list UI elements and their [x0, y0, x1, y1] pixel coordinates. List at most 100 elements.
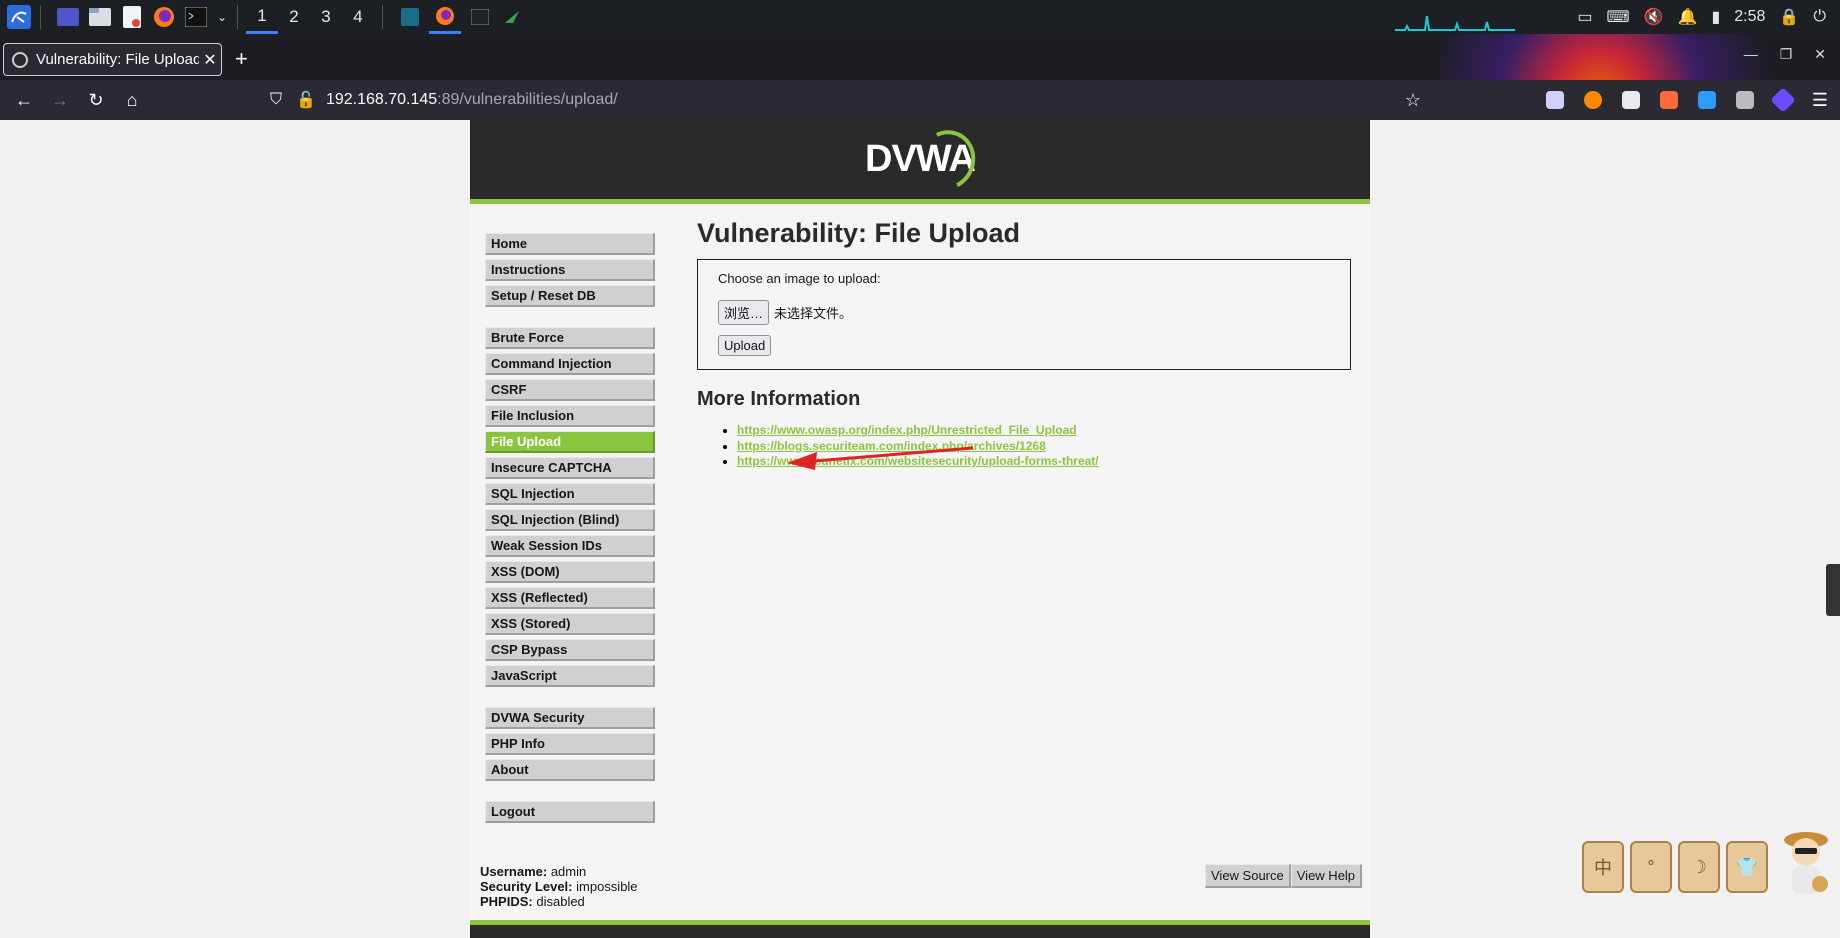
widget-card[interactable]: ☽ [1678, 841, 1720, 893]
back-icon[interactable]: ← [6, 82, 42, 118]
terminal-window-icon[interactable] [467, 4, 493, 30]
pocket-extension-icon[interactable] [1545, 91, 1564, 109]
workspace-4[interactable]: 4 [342, 0, 374, 34]
dvwa-container: DVWA Home Instructions Setup / Reset DB … [470, 120, 1370, 938]
clock[interactable]: 2:58 [1734, 8, 1765, 26]
menu-item-xss-stored[interactable]: XSS (Stored) [485, 613, 655, 635]
workspace-3[interactable]: 3 [310, 0, 342, 34]
widget-card[interactable]: 👕 [1726, 841, 1768, 893]
chevron-down-icon[interactable]: ⌄ [215, 4, 229, 30]
url-host: 192.168.70.145 [325, 91, 438, 108]
view-help-button[interactable]: View Help [1290, 864, 1363, 888]
menu-item-about[interactable]: About [485, 759, 655, 781]
wappalyzer-extension-icon[interactable] [1697, 91, 1716, 109]
forward-icon[interactable]: → [42, 82, 78, 118]
bookmark-star-icon[interactable]: ☆ [1395, 82, 1431, 118]
username-value: admin [550, 864, 587, 879]
browse-button[interactable]: 浏览… [718, 300, 770, 325]
menu-item-weak-session-ids[interactable]: Weak Session IDs [485, 535, 655, 557]
desktop-icon[interactable] [55, 4, 81, 30]
side-menu: Home Instructions Setup / Reset DB Brute… [485, 233, 655, 827]
keyboard-icon[interactable]: ⌨ [1607, 7, 1630, 27]
home-icon[interactable]: ⌂ [114, 82, 150, 118]
foxyproxy-extension-icon[interactable] [1583, 91, 1602, 109]
more-info-heading: More Information [697, 388, 861, 410]
menu-item-insecure-captcha[interactable]: Insecure CAPTCHA [485, 457, 655, 479]
display-icon[interactable]: ▭ [1577, 7, 1592, 27]
upload-prompt: Choose an image to upload: [718, 271, 881, 286]
extension-icon[interactable] [1621, 91, 1640, 109]
app-window-icon[interactable] [397, 4, 423, 30]
puzzle-extension-icon[interactable] [1735, 91, 1754, 109]
security-level-label: Security Level: [480, 879, 573, 894]
padlock-icon[interactable]: 🔓 [296, 90, 316, 110]
menu-item-javascript[interactable]: JavaScript [485, 665, 655, 687]
desktop-widgets: 中 ° ☽ 👕 [1582, 841, 1768, 893]
file-manager-icon[interactable] [87, 4, 113, 30]
menu-item-csrf[interactable]: CSRF [485, 379, 655, 401]
reload-icon[interactable]: ↻ [78, 82, 114, 118]
dvwa-logo[interactable]: DVWA [865, 122, 984, 198]
menu-item-sql-injection[interactable]: SQL Injection [485, 483, 655, 505]
kali-menu-icon[interactable] [6, 4, 32, 30]
widget-card[interactable]: 中 [1582, 841, 1624, 893]
restore-icon[interactable]: ❐ [1780, 46, 1793, 63]
firefox-window-icon[interactable] [429, 0, 461, 34]
menu-item-logout[interactable]: Logout [485, 801, 655, 823]
menu-item-csp-bypass[interactable]: CSP Bypass [485, 639, 655, 661]
dvwa-footer-bar [470, 920, 1370, 938]
new-tab-button[interactable]: + [235, 46, 248, 72]
dvwa-header: DVWA [470, 120, 1370, 204]
menu-item-brute-force[interactable]: Brute Force [485, 327, 655, 349]
footer-buttons: View Source View Help [1205, 864, 1363, 888]
network-graph-icon [1395, 15, 1515, 31]
text-editor-icon[interactable] [119, 4, 145, 30]
link-owasp[interactable]: https://www.owasp.org/index.php/Unrestri… [737, 423, 1077, 437]
bell-icon[interactable]: 🔔 [1678, 7, 1698, 27]
power-icon[interactable]: ⏻ [1813, 8, 1826, 26]
mascot-icon[interactable] [1776, 826, 1836, 898]
menu-item-home[interactable]: Home [485, 233, 655, 255]
menu-item-file-upload[interactable]: File Upload [485, 431, 655, 453]
tab-close-icon[interactable]: ✕ [199, 50, 221, 70]
terminal-icon[interactable] [183, 4, 209, 30]
menu-item-instructions[interactable]: Instructions [485, 259, 655, 281]
menu-item-sql-injection-blind[interactable]: SQL Injection (Blind) [485, 509, 655, 531]
phpids-value: disabled [536, 894, 585, 909]
main-content: Vulnerability: File Upload Choose an ima… [697, 218, 1353, 470]
username-label: Username: [480, 864, 548, 879]
workspace-2[interactable]: 2 [278, 0, 310, 34]
browser-tab[interactable]: Vulnerability: File Upload ✕ [3, 43, 222, 76]
menu-item-php-info[interactable]: PHP Info [485, 733, 655, 755]
minimize-icon[interactable]: — [1744, 46, 1758, 63]
view-source-button[interactable]: View Source [1205, 864, 1291, 888]
no-file-label: 未选择文件。 [774, 306, 853, 321]
system-tray: ▭ ⌨ 🔇 🔔 ▮ 2:58 🔒 ⏻ [1577, 0, 1840, 34]
widget-card[interactable]: ° [1630, 841, 1672, 893]
menu-item-file-inclusion[interactable]: File Inclusion [485, 405, 655, 427]
hamburger-menu-icon[interactable]: ☰ [1812, 90, 1828, 111]
phpids-label: PHPIDS: [480, 894, 533, 909]
side-panel-handle[interactable] [1826, 564, 1840, 616]
proton-extension-icon[interactable] [1770, 87, 1796, 113]
firefox-icon[interactable] [151, 4, 177, 30]
volume-muted-icon[interactable]: 🔇 [1644, 7, 1664, 27]
menu-item-xss-dom[interactable]: XSS (DOM) [485, 561, 655, 583]
menu-item-setup[interactable]: Setup / Reset DB [485, 285, 655, 307]
hackbar-extension-icon[interactable] [1659, 91, 1678, 109]
shield-icon[interactable]: ⛉ [270, 91, 282, 109]
taskbar-separator [382, 5, 383, 29]
upload-button[interactable]: Upload [718, 335, 772, 356]
menu-item-command-injection[interactable]: Command Injection [485, 353, 655, 375]
close-window-icon[interactable]: ✕ [1814, 46, 1826, 63]
user-info: Username: admin Security Level: impossib… [480, 864, 638, 909]
lock-icon[interactable]: 🔒 [1779, 7, 1799, 27]
battery-icon[interactable]: ▮ [1711, 7, 1720, 27]
menu-item-dvwa-security[interactable]: DVWA Security [485, 707, 655, 729]
burp-window-icon[interactable] [499, 4, 525, 30]
url-bar[interactable]: ⛉ 🔓 192.168.70.145:89/vulnerabilities/up… [270, 80, 618, 120]
tab-favicon-icon [12, 51, 28, 68]
list-item: https://www.owasp.org/index.php/Unrestri… [737, 423, 1353, 439]
menu-item-xss-reflected[interactable]: XSS (Reflected) [485, 587, 655, 609]
workspace-1[interactable]: 1 [246, 0, 278, 34]
